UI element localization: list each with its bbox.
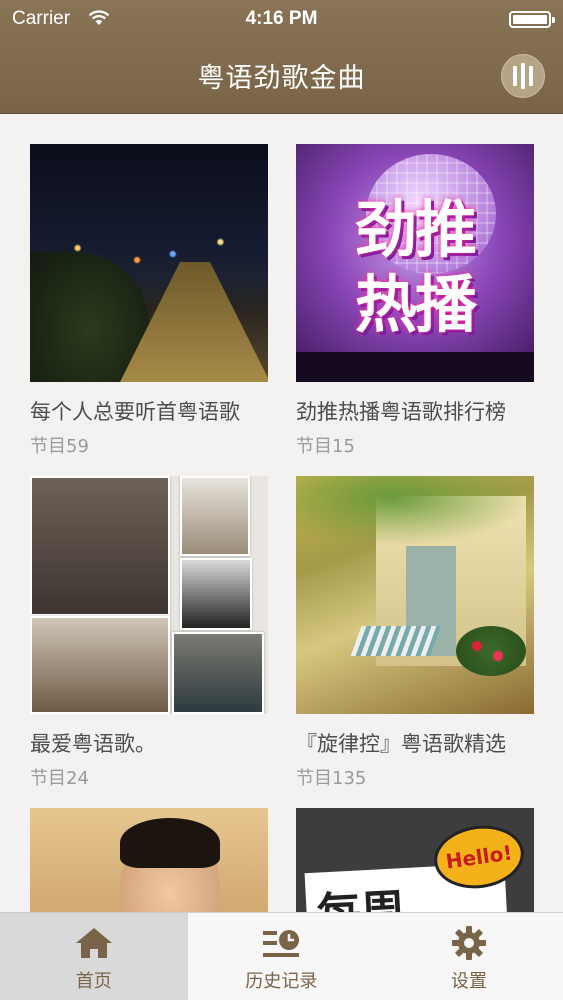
tab-settings[interactable]: 设置 — [375, 913, 563, 1000]
playlist-count: 节目135 — [296, 768, 367, 789]
playlist-thumbnail — [296, 476, 534, 714]
playlist-grid: 每个人总要听首粤语歌 节目59 劲推 热播 劲推热播粤语歌排行榜 节目15 最爱… — [0, 114, 563, 912]
playlist-card[interactable]: 劲推 热播 劲推热播粤语歌排行榜 节目15 — [296, 144, 534, 458]
playlist-title: 每个人总要听首粤语歌 — [30, 400, 240, 424]
tab-home[interactable]: 首页 — [0, 913, 188, 1000]
playlist-thumbnail: 劲推 热播 — [296, 144, 534, 382]
home-icon — [75, 928, 112, 958]
playlist-count: 节目15 — [296, 436, 355, 457]
playlist-card[interactable]: 每个人总要听首粤语歌 节目59 — [30, 144, 268, 458]
playlist-thumbnail — [30, 144, 268, 382]
playlist-thumbnail: 每周 Hello! — [296, 808, 534, 912]
tab-label: 设置 — [450, 971, 487, 992]
page-title: 粤语劲歌金曲 — [197, 63, 366, 94]
playlist-thumbnail — [30, 808, 268, 912]
playlist-card[interactable]: 『旋律控』粤语歌精选 节目135 — [296, 476, 534, 790]
tab-label: 历史记录 — [245, 971, 318, 992]
playlist-count: 节目24 — [30, 768, 89, 789]
navigation-bar: Carrier 4:16 PM 粤语劲歌金曲 — [0, 0, 563, 114]
thumbnail-text: 热播 — [354, 268, 477, 341]
tab-bar: 首页 历史记录 设置 — [0, 912, 563, 1000]
status-time: 4:16 PM — [245, 8, 318, 29]
equalizer-icon — [513, 66, 517, 86]
playlist-card[interactable]: 最爱粤语歌。 节目24 — [30, 476, 268, 790]
playlist-title: 『旋律控』粤语歌精选 — [296, 732, 506, 756]
battery-icon — [509, 11, 555, 28]
now-playing-button[interactable] — [501, 54, 545, 98]
playlist-title: 劲推热播粤语歌排行榜 — [296, 400, 506, 424]
playlist-title: 最爱粤语歌。 — [30, 732, 156, 756]
battery-fill — [513, 15, 547, 24]
gear-icon — [451, 926, 486, 960]
playlist-card[interactable] — [30, 808, 268, 912]
playlist-card[interactable]: 每周 Hello! — [296, 808, 534, 912]
tab-history[interactable]: 历史记录 — [188, 913, 376, 1000]
playlist-count: 节目59 — [30, 436, 89, 457]
thumbnail-text: 每周 — [315, 874, 406, 912]
status-bar: Carrier 4:16 PM — [0, 0, 563, 38]
history-icon — [263, 930, 300, 957]
playlist-thumbnail — [30, 476, 268, 714]
tab-label: 首页 — [75, 971, 112, 992]
